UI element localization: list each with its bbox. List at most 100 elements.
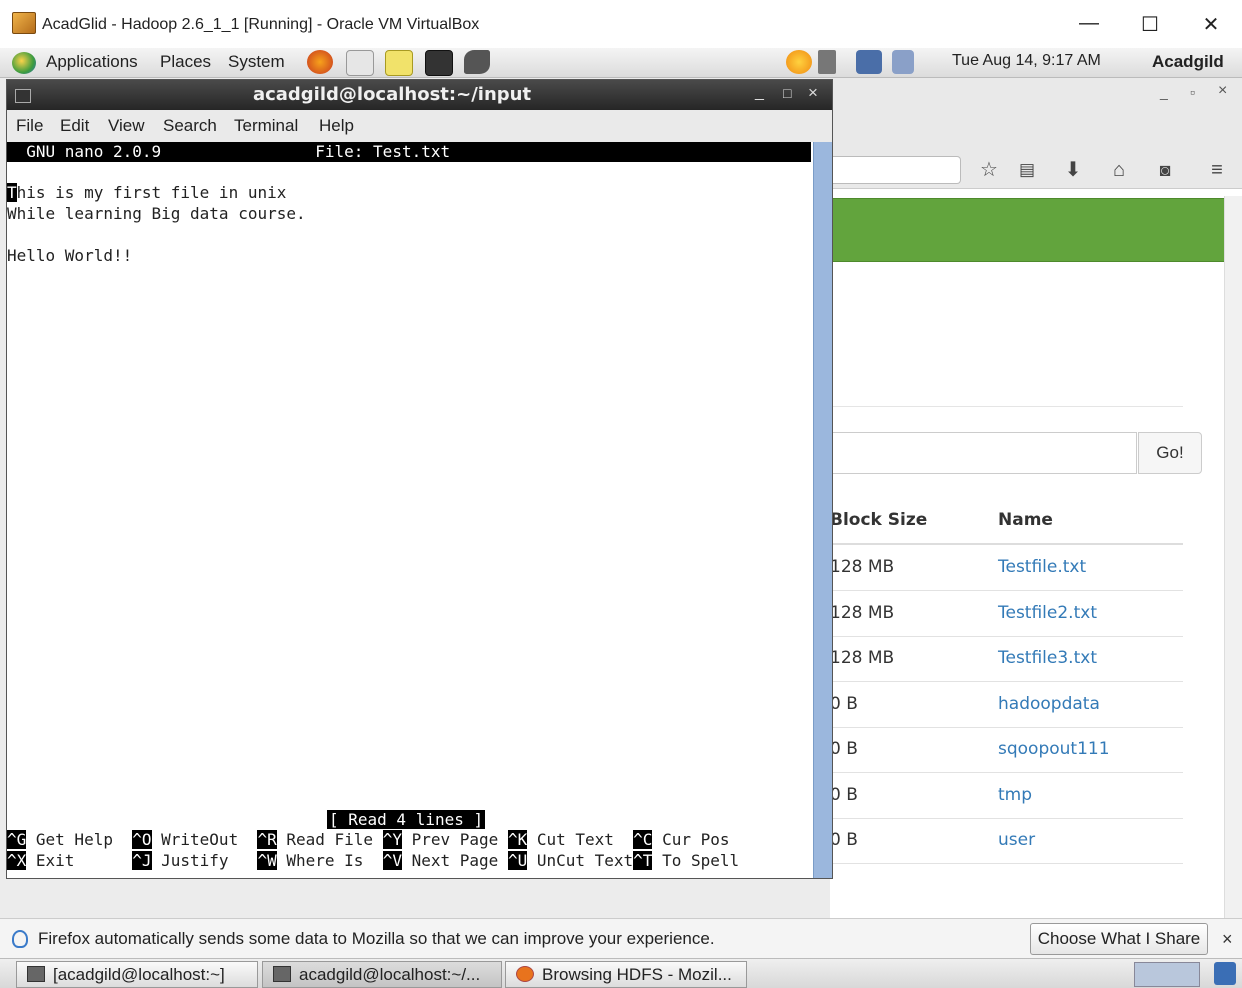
menu-help[interactable]: Help [319,116,354,136]
hdfs-page-header-bar [830,198,1226,262]
file-name-link[interactable]: Testfile2.txt [998,603,1097,623]
editor-line[interactable]: While learning Big data course. [7,204,306,224]
taskbar-item-terminal-home[interactable]: [acadgild@localhost:~] [16,961,258,988]
workspace-switcher[interactable] [1134,962,1200,987]
home-icon[interactable]: ⌂ [1104,158,1134,182]
close-button[interactable]: ✕ [1199,12,1223,37]
shortcut-key: ^O [132,830,152,849]
lightbulb-icon [12,930,28,948]
terminal-title-bar[interactable]: acadgild@localhost:~/input _ □ × [7,80,832,110]
terminal-icon [273,966,291,982]
menu-terminal[interactable]: Terminal [234,116,298,136]
menu-file[interactable]: File [16,116,43,136]
mail-launcher-icon[interactable] [346,50,374,76]
virtualbox-title-bar: AcadGlid - Hadoop 2.6_1_1 [Running] - Or… [0,0,1242,49]
terminal-launcher-icon[interactable] [425,50,453,76]
file-name-link[interactable]: tmp [998,785,1032,805]
choose-what-i-share-button[interactable]: Choose What I Share [1030,923,1208,955]
shortcut-label: To Spell [652,851,740,870]
shortcut-label: Cur Pos [652,830,730,849]
trash-icon[interactable] [1214,962,1236,985]
terminal-close-button[interactable]: × [808,83,818,103]
panel-menu-applications[interactable]: Applications [46,52,138,72]
file-name-link[interactable]: Testfile.txt [998,557,1086,577]
shortcut-key: ^V [382,851,402,870]
taskbar-item-firefox[interactable]: Browsing HDFS - Mozil... [505,961,747,988]
table-row: 0 B hadoopdata [830,682,1183,728]
shortcut-key: ^W [257,851,277,870]
firefox-icon [516,966,534,982]
shortcut-key: ^G [7,830,27,849]
firefox-toolbar-area: _ ▫ × ☆ ▤ ⬇ ⌂ ◙ ≡ [830,78,1242,189]
shortcut-label: UnCut Text [527,851,634,870]
go-button[interactable]: Go! [1138,432,1202,474]
block-size-cell: 0 B [830,830,858,850]
panel-menu-places[interactable]: Places [160,52,211,72]
hamburger-menu-icon[interactable]: ≡ [1202,158,1232,182]
terminal-menu-bar: File Edit View Search Terminal Help [7,110,832,143]
hdfs-path-input[interactable] [830,432,1137,474]
pocket-icon[interactable]: ◙ [1150,158,1180,182]
applications-menu-icon [12,52,36,74]
notes-launcher-icon[interactable] [385,50,413,76]
virtualbox-app-icon [12,12,36,34]
firefox-url-bar[interactable] [830,156,961,184]
network-icon[interactable] [856,50,882,74]
shortcut-key: ^T [633,851,653,870]
block-size-cell: 0 B [830,739,858,759]
shortcut-label: Cut Text [527,830,634,849]
firefox-launcher-icon[interactable] [307,50,333,74]
menu-search[interactable]: Search [163,116,217,136]
panel-menu-system[interactable]: System [228,52,285,72]
firefox-minimize-button[interactable]: _ [1160,84,1168,100]
column-header-block-size[interactable]: Block Size [830,510,927,530]
shortcut-key: ^U [507,851,528,870]
editor-line[interactable]: Hello World!! [7,246,132,266]
firefox-notification-bar: Firefox automatically sends some data to… [0,918,1242,959]
file-name-link[interactable]: Testfile3.txt [998,648,1097,668]
file-name-link[interactable]: hadoopdata [998,694,1100,714]
volume-icon[interactable] [818,50,836,74]
shortcut-label: Read File [276,830,383,849]
terminal-icon [27,966,45,982]
firefox-maximize-button[interactable]: ▫ [1190,84,1195,100]
downloads-icon[interactable]: ⬇ [1058,158,1088,182]
update-notifier-icon[interactable] [786,50,812,74]
block-size-cell: 128 MB [830,557,895,577]
block-size-cell: 128 MB [830,602,895,623]
minimize-button[interactable]: — [1077,12,1101,35]
block-size-cell: 128 MB [830,648,895,668]
file-name-link[interactable]: sqoopout111 [998,739,1110,759]
menu-edit[interactable]: Edit [60,116,89,136]
panel-user-name[interactable]: Acadgild [1152,52,1224,72]
bookmark-star-icon[interactable]: ☆ [974,158,1004,182]
shortcut-key: ^J [132,851,152,870]
editor-line[interactable]: This is my first file in unix [7,183,286,203]
maximize-button[interactable]: ☐ [1138,12,1162,37]
shortcut-label: Get Help [26,830,133,849]
menu-view[interactable]: View [108,116,145,136]
terminal-vertical-scrollbar[interactable] [813,142,832,878]
panel-clock[interactable]: Tue Aug 14, 9:17 AM [952,52,1101,70]
firefox-close-button[interactable]: × [1218,82,1227,100]
file-name-link[interactable]: user [998,830,1035,850]
notification-close-icon[interactable]: × [1222,929,1233,950]
shortcut-label: Prev Page [401,830,508,849]
nano-editor[interactable]: GNU nano 2.0.9 File: Test.txt This is my… [7,142,813,878]
screenshot-launcher-icon[interactable] [464,50,490,74]
taskbar-item-terminal-input[interactable]: acadgild@localhost:~/... [262,961,502,988]
shortcut-key: ^Y [382,830,402,849]
firefox-vertical-scrollbar[interactable] [1224,196,1242,918]
section-divider [830,406,1183,407]
taskbar-item-label: acadgild@localhost:~/... [299,965,481,984]
reading-list-icon[interactable]: ▤ [1012,158,1042,182]
shortcut-label: Justify [151,851,258,870]
terminal-maximize-button[interactable]: □ [783,85,791,101]
shortcut-key: ^C [633,830,653,849]
column-header-name[interactable]: Name [998,510,1053,530]
taskbar-item-label: Browsing HDFS - Mozil... [542,965,732,984]
table-row: 0 B sqoopout111 [830,727,1183,773]
nano-shortcuts-row-1: ^G Get Help ^O WriteOut ^R Read File ^Y … [7,830,730,850]
clipboard-icon[interactable] [892,50,914,74]
terminal-minimize-button[interactable]: _ [755,84,764,102]
